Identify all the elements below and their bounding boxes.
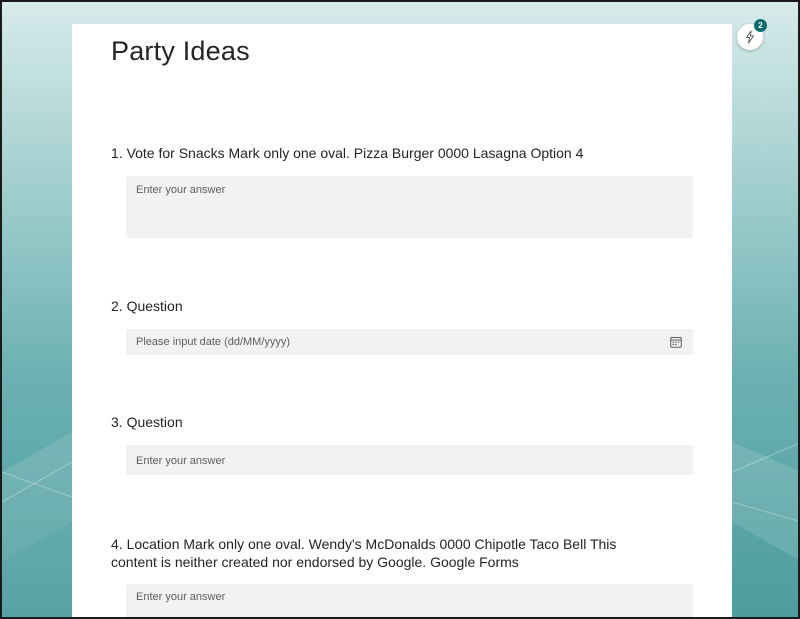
answer-placeholder: Enter your answer	[136, 184, 226, 196]
notification-count-badge: 2	[754, 19, 767, 32]
question-1-answer-input[interactable]: Enter your answer	[126, 176, 693, 238]
question-4-text: 4. Location Mark only one oval. Wendy's …	[111, 536, 617, 570]
form-card: Party Ideas 1. Vote for Snacks Mark only…	[72, 24, 732, 617]
question-2-date-input[interactable]: Please input date (dd/MM/yyyy)	[126, 329, 693, 355]
lightning-icon	[746, 30, 754, 44]
question-4-answer-input[interactable]: Enter your answer	[126, 584, 693, 617]
question-1-text: 1. Vote for Snacks Mark only one oval. P…	[111, 145, 584, 161]
answer-placeholder: Enter your answer	[136, 455, 226, 467]
answer-placeholder: Enter your answer	[136, 591, 226, 603]
question-2-text: 2. Question	[111, 298, 183, 314]
window-frame: Party Ideas 1. Vote for Snacks Mark only…	[0, 0, 800, 619]
calendar-icon[interactable]	[670, 336, 682, 348]
form-title: Party Ideas	[111, 36, 250, 66]
date-placeholder: Please input date (dd/MM/yyyy)	[136, 336, 291, 348]
question-3-text: 3. Question	[111, 414, 183, 430]
question-3-answer-input[interactable]: Enter your answer	[126, 445, 693, 475]
notification-button[interactable]: 2	[737, 19, 767, 50]
